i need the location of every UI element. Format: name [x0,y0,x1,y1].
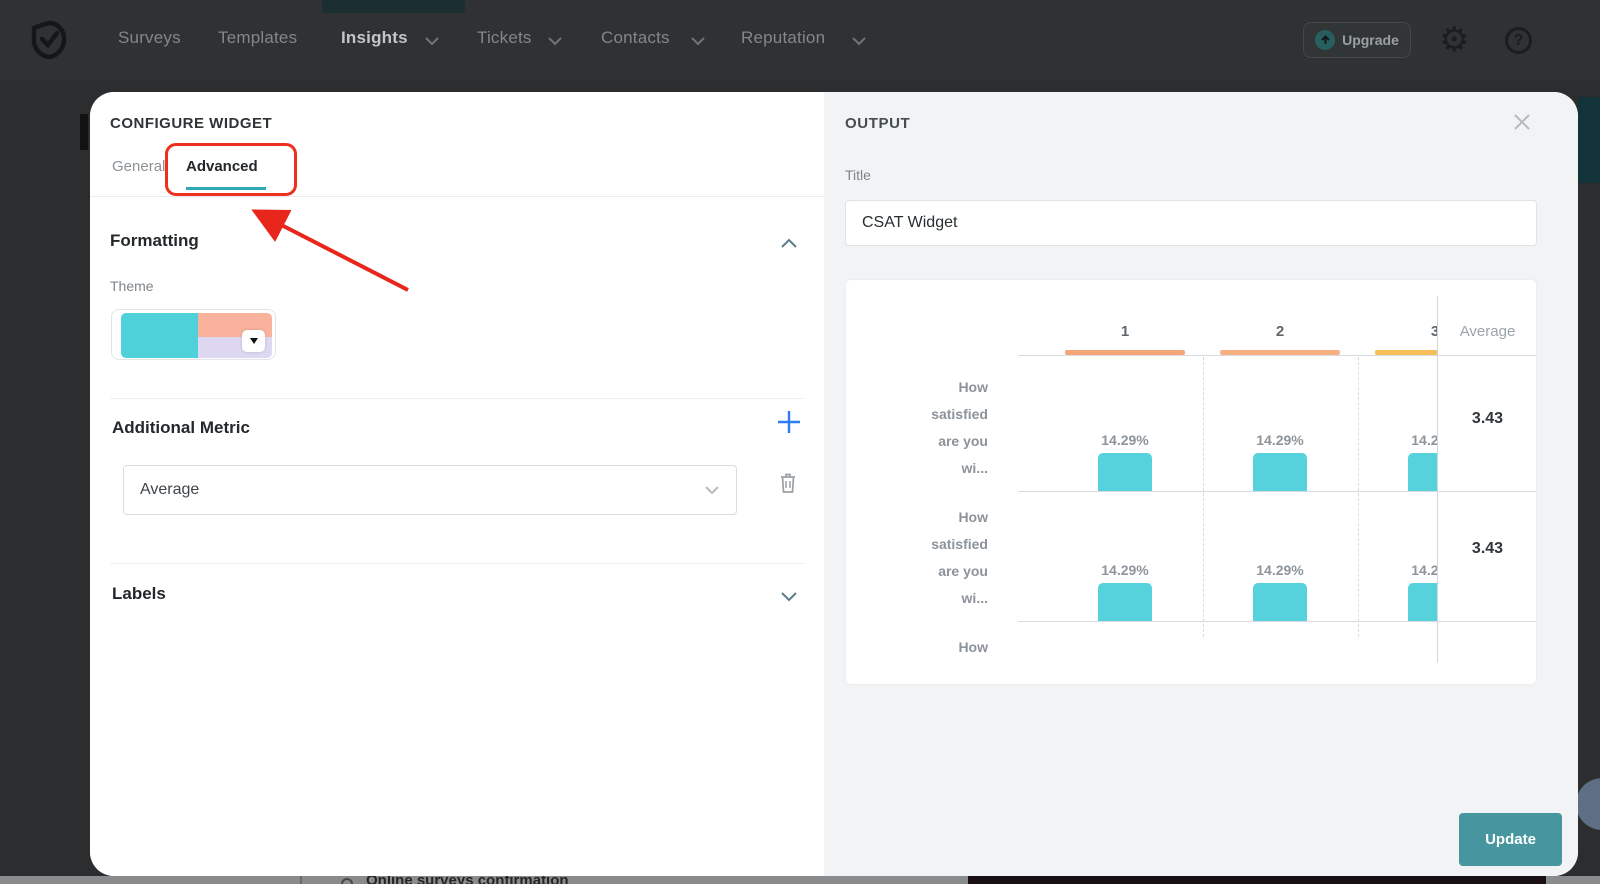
column-color-strip [1375,350,1437,355]
upgrade-arrow-icon [1315,30,1336,50]
nav-item-surveys[interactable]: Surveys [118,28,181,48]
chart-bar [1098,583,1152,621]
chevron-down-icon [691,37,705,46]
chart-bar [1253,583,1307,621]
bar-value-label: 14.29% [1411,432,1437,448]
formatting-section-title: Formatting [110,231,199,250]
bar-value-label: 14.29% [1411,562,1437,578]
row-label: are you [938,433,988,449]
chevron-down-icon [852,37,866,46]
column-header: 1 [1120,323,1130,340]
tab-advanced[interactable]: Advanced [186,158,258,175]
configure-widget-modal: CONFIGURE WIDGET General Advanced Format… [90,92,1578,876]
additional-metric-title: Additional Metric [112,418,250,437]
dimmed-page-bottom-fragment: Online surveys confirmation [0,876,1600,884]
theme-color-teal [121,313,198,358]
chart-bar [1408,583,1437,621]
column-color-strip [1220,350,1340,355]
dimmed-right-rail-fragment [1578,97,1600,183]
chevron-down-icon[interactable] [780,591,798,602]
active-tab-underline [186,187,266,190]
divider [300,876,302,884]
labels-section-title: Labels [112,584,166,603]
tab-general[interactable]: General [112,158,165,175]
bar-value-label: 14.29% [1101,562,1149,578]
chat-widget-button[interactable] [1576,778,1600,830]
active-tab-indicator [322,0,465,13]
row-label: satisfied [931,406,988,422]
theme-label: Theme [110,278,154,294]
delete-metric-trash-icon[interactable] [778,471,798,495]
dimmed-survey-name: Online surveys confirmation [366,876,569,884]
update-button[interactable]: Update [1459,813,1562,866]
divider [110,563,804,564]
settings-gear-icon[interactable]: ⚙ [1439,21,1469,59]
chart-columns-viewport: 1 2 3 14.29% 14.29% 14.29% 14.29% 14.29 [994,280,1437,684]
chevron-up-icon[interactable] [780,238,798,249]
bar-value-label: 14.29% [1256,432,1304,448]
nav-item-reputation[interactable]: Reputation [741,28,825,48]
column-header: 3 [1420,323,1437,340]
add-metric-plus-icon[interactable] [776,409,802,435]
nav-item-templates[interactable]: Templates [218,28,297,48]
nav-item-contacts[interactable]: Contacts [601,28,670,48]
average-value: 3.43 [1471,540,1504,557]
title-field-label: Title [845,167,871,183]
theme-selector[interactable] [111,309,276,360]
chart-bar [1253,453,1307,491]
top-navigation: Surveys Templates Insights Tickets Conta… [0,0,1600,80]
metric-select[interactable]: Average [123,465,737,515]
radio-icon [341,878,353,884]
output-panel-title: OUTPUT [845,115,911,132]
metric-select-value: Average [140,481,200,498]
divider [110,398,804,399]
column-header: 2 [1275,323,1285,340]
theme-dropdown-caret-icon[interactable] [242,330,265,352]
row-label: How [958,639,988,655]
row-label: wi... [961,590,988,606]
chevron-down-icon [548,37,562,46]
widget-preview-chart: How satisfied are you wi... How satisfie… [845,279,1537,685]
row-label: How [958,379,988,395]
average-column-header: Average [1459,323,1516,340]
row-label: are you [938,563,988,579]
average-value: 3.43 [1471,410,1504,427]
divider [90,196,824,197]
app-logo-icon[interactable] [30,20,68,65]
upgrade-button[interactable]: Upgrade [1303,22,1411,58]
help-icon[interactable]: ? [1505,27,1532,54]
row-label: How [958,509,988,525]
row-label: satisfied [931,536,988,552]
chevron-down-icon [705,486,719,495]
configure-panel-title: CONFIGURE WIDGET [110,115,273,132]
upgrade-label: Upgrade [1342,32,1399,48]
chevron-down-icon [425,37,439,46]
output-panel: OUTPUT Title How satisfied are you wi...… [824,92,1578,876]
average-column-separator [1437,296,1438,663]
configure-panel: CONFIGURE WIDGET General Advanced Format… [90,92,824,876]
close-icon[interactable] [1512,112,1532,132]
nav-item-insights[interactable]: Insights [341,28,408,48]
column-color-strip [1065,350,1185,355]
chart-bar [1408,453,1437,491]
row-label: wi... [961,460,988,476]
dimmed-page-heading-fragment: I [80,114,88,150]
bar-value-label: 14.29% [1101,432,1149,448]
dimmed-bar-fragment [968,876,1546,884]
widget-title-input[interactable] [845,200,1537,246]
nav-item-tickets[interactable]: Tickets [477,28,532,48]
app-screen: Surveys Templates Insights Tickets Conta… [0,0,1600,884]
chart-bar [1098,453,1152,491]
bar-value-label: 14.29% [1256,562,1304,578]
